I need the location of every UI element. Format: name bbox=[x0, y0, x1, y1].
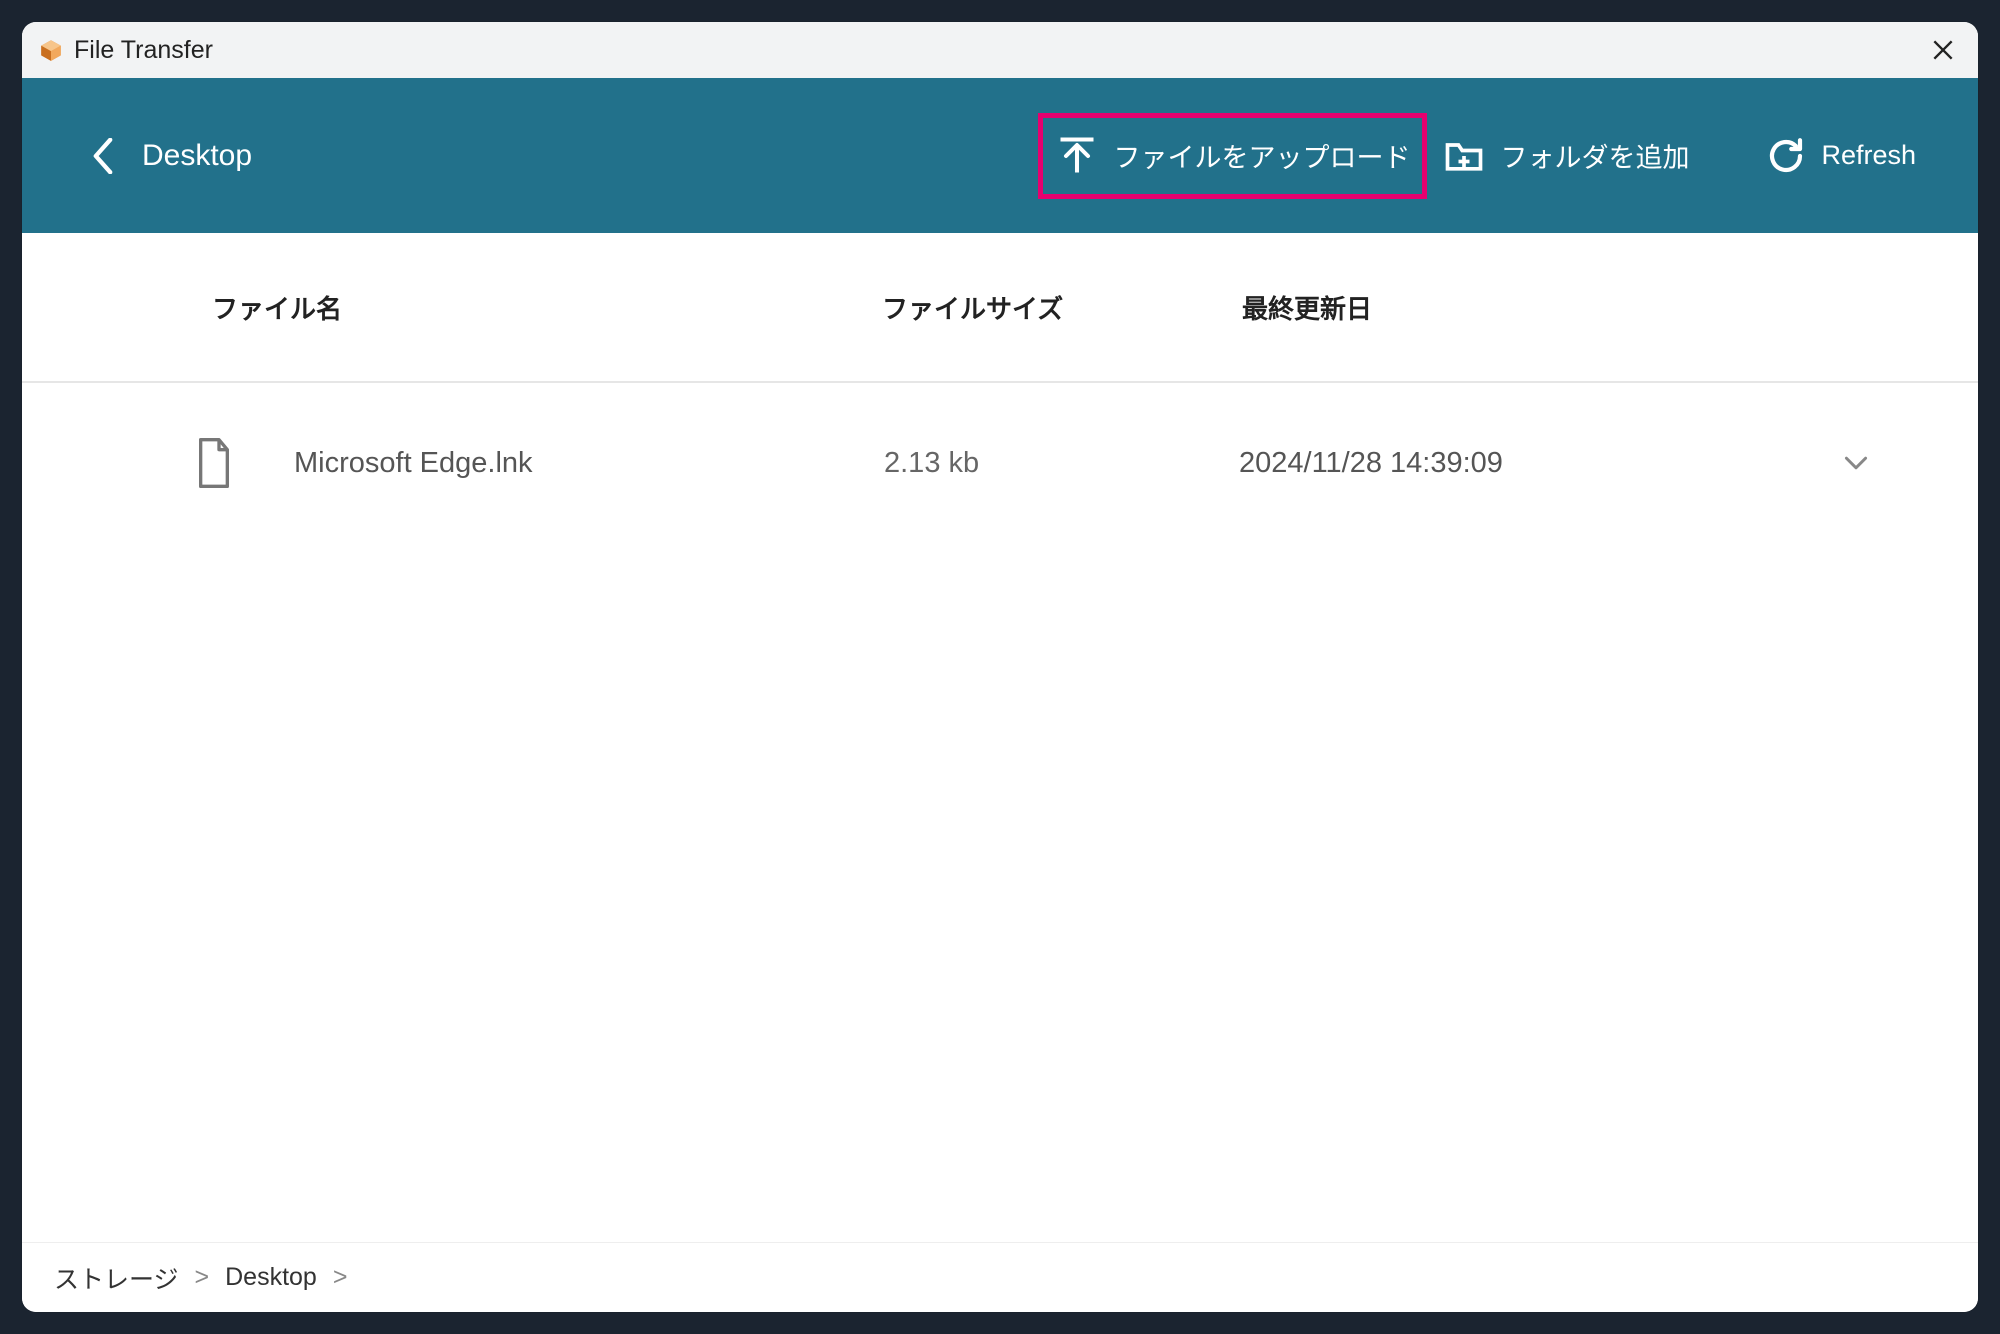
refresh-label: Refresh bbox=[1821, 140, 1916, 171]
file-name: Microsoft Edge.lnk bbox=[294, 447, 884, 480]
refresh-button[interactable]: Refresh bbox=[1751, 117, 1930, 195]
toolbar: Desktop ファイルをアップロード フォルダを追加 bbox=[22, 78, 1978, 233]
file-row[interactable]: Microsoft Edge.lnk 2.13 kb 2024/11/28 14… bbox=[22, 383, 1978, 543]
add-folder-icon bbox=[1442, 134, 1486, 178]
breadcrumb-separator: > bbox=[333, 1263, 348, 1292]
refresh-icon bbox=[1765, 135, 1807, 177]
upload-file-button[interactable]: ファイルをアップロード bbox=[1041, 116, 1424, 196]
file-transfer-window: File Transfer Desktop ファイル bbox=[22, 22, 1978, 1312]
file-icon bbox=[194, 437, 234, 489]
column-header-name[interactable]: ファイル名 bbox=[212, 289, 882, 326]
file-list: ファイル名 ファイルサイズ 最終更新日 Microsoft Edge.lnk 2… bbox=[22, 233, 1978, 1242]
close-button[interactable] bbox=[1926, 33, 1960, 67]
column-header-size[interactable]: ファイルサイズ bbox=[882, 289, 1242, 326]
breadcrumb-separator: > bbox=[195, 1263, 210, 1292]
add-folder-button[interactable]: フォルダを追加 bbox=[1428, 116, 1703, 196]
list-header: ファイル名 ファイルサイズ 最終更新日 bbox=[22, 233, 1978, 383]
app-icon bbox=[38, 37, 64, 63]
upload-icon bbox=[1055, 134, 1099, 178]
breadcrumb-item-desktop[interactable]: Desktop bbox=[225, 1263, 317, 1292]
add-folder-label: フォルダを追加 bbox=[1500, 136, 1689, 175]
upload-file-label: ファイルをアップロード bbox=[1113, 136, 1410, 175]
file-size: 2.13 kb bbox=[884, 447, 1239, 480]
toolbar-actions: ファイルをアップロード フォルダを追加 Refresh bbox=[1041, 116, 1930, 196]
file-type-icon-cell bbox=[194, 437, 294, 489]
breadcrumb: ストレージ > Desktop > bbox=[22, 1242, 1978, 1312]
close-icon bbox=[1930, 37, 1956, 63]
current-location-label: Desktop bbox=[142, 139, 252, 173]
chevron-left-icon bbox=[92, 138, 114, 174]
file-modified: 2024/11/28 14:39:09 bbox=[1239, 447, 1689, 480]
window-title: File Transfer bbox=[74, 36, 213, 65]
titlebar: File Transfer bbox=[22, 22, 1978, 78]
breadcrumb-root[interactable]: ストレージ bbox=[54, 1260, 179, 1296]
chevron-down-icon bbox=[1844, 455, 1868, 471]
back-button[interactable]: Desktop bbox=[82, 130, 262, 182]
row-expand-button[interactable] bbox=[1844, 455, 1868, 471]
column-header-modified[interactable]: 最終更新日 bbox=[1242, 289, 1662, 326]
